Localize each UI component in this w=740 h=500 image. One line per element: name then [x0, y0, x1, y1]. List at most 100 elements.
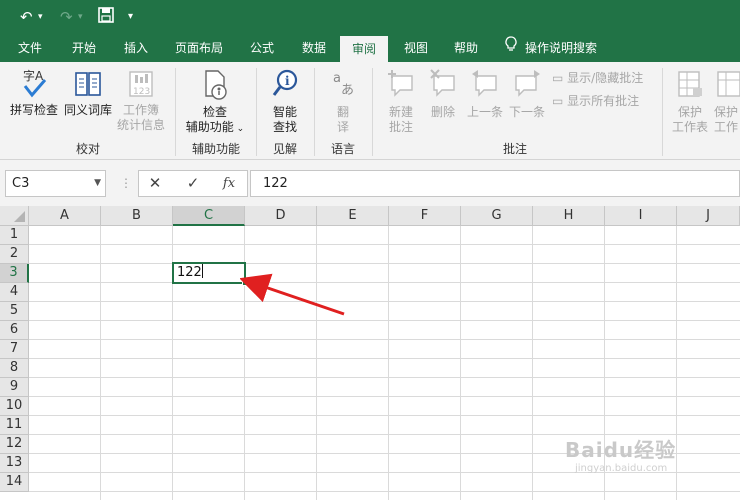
insert-function-icon[interactable]: fx [216, 170, 242, 197]
group-label-accessibility: 辅助功能 [191, 142, 240, 156]
tab-data[interactable]: 数据 [292, 34, 336, 62]
undo-dropdown-icon[interactable]: ▾ [38, 7, 43, 27]
show-all-comments-button[interactable]: ▭ 显示所有批注 [552, 93, 639, 109]
delete-comment-icon [430, 69, 455, 97]
title-bar: ↶ ▾ ↷ ▾ ▾ [0, 0, 740, 34]
enter-check-icon[interactable]: ✓ [180, 170, 206, 197]
grid-line [29, 320, 740, 321]
group-separator [175, 68, 176, 156]
next-comment-button[interactable]: 下一条 [506, 68, 548, 120]
tab-insert[interactable]: 插入 [114, 34, 158, 62]
column-header-c[interactable]: C [173, 206, 245, 226]
workbook-statistics-button[interactable]: 123 工作簿 统计信息 [114, 68, 168, 133]
tab-page-layout[interactable]: 页面布局 [168, 34, 230, 62]
tab-review[interactable]: 审阅 [340, 36, 388, 62]
show-hide-label: 显示/隐藏批注 [567, 71, 644, 85]
row-header-3[interactable]: 3 [0, 264, 29, 283]
row-header-4[interactable]: 4 [0, 283, 29, 302]
workbook-stats-line2: 统计信息 [116, 118, 165, 132]
svg-text:a: a [333, 71, 341, 86]
new-comment-line2: 批注 [388, 120, 413, 134]
group-label-proofing: 校对 [75, 142, 100, 156]
group-label-insights: 见解 [272, 142, 297, 156]
translate-line1: 翻 [336, 105, 349, 119]
row-header-11[interactable]: 11 [0, 416, 29, 435]
thesaurus-book-icon [75, 72, 101, 96]
row-header-2[interactable]: 2 [0, 245, 29, 264]
tab-file[interactable]: 文件 [8, 34, 52, 62]
row-header-8[interactable]: 8 [0, 359, 29, 378]
ribbon: 字A 拼写检查 同义词库 123 工作簿 统计信息 校对 检查 辅助功能 ⌄ 辅… [0, 62, 740, 160]
new-comment-button[interactable]: 新建 批注 [380, 68, 422, 135]
protect-sheet-button[interactable]: 保护 工作表 [668, 68, 712, 135]
spell-check-button[interactable]: 字A 拼写检查 [8, 68, 60, 118]
protect-workbook-line2: 工作 [714, 120, 739, 134]
previous-comment-button[interactable]: 上一条 [464, 68, 506, 120]
column-header-j[interactable]: J [677, 206, 740, 226]
protect-sheet-line2: 工作表 [671, 120, 708, 134]
column-header-f[interactable]: F [389, 206, 461, 226]
comments-icon: ▭ [552, 94, 564, 108]
grid-line [29, 377, 740, 378]
grid-line [29, 263, 740, 264]
redo-icon[interactable]: ↷ [60, 7, 73, 27]
row-header-5[interactable]: 5 [0, 302, 29, 321]
show-hide-comment-button[interactable]: ▭ 显示/隐藏批注 [552, 70, 643, 86]
search-label: 操作说明搜索 [525, 41, 598, 55]
redo-dropdown-icon[interactable]: ▾ [78, 7, 83, 27]
watermark-text: Baidu经验 [565, 438, 677, 462]
grid-line [29, 491, 740, 492]
row-header-6[interactable]: 6 [0, 321, 29, 340]
grid-line [29, 244, 740, 245]
smart-lookup-icon: i [272, 69, 298, 96]
check-accessibility-button[interactable]: 检查 辅助功能 ⌄ [180, 68, 250, 137]
cancel-icon[interactable]: ✕ [142, 170, 168, 197]
grid-line [29, 415, 740, 416]
translate-button[interactable]: a あ 翻 译 [320, 68, 366, 135]
row-header-12[interactable]: 12 [0, 435, 29, 454]
accessibility-check-icon [205, 70, 227, 100]
row-header-14[interactable]: 14 [0, 473, 29, 492]
row-header-13[interactable]: 13 [0, 454, 29, 473]
tab-view[interactable]: 视图 [394, 34, 438, 62]
name-box[interactable]: C3 ▼ [5, 170, 106, 197]
tab-home[interactable]: 开始 [62, 34, 106, 62]
column-header-e[interactable]: E [317, 206, 389, 226]
comment-icon: ▭ [552, 71, 564, 85]
translate-icon: a あ [333, 71, 354, 98]
delete-comment-button[interactable]: 删除 [424, 68, 462, 120]
active-cell-value: 122 [177, 265, 202, 280]
formula-input[interactable]: 122 [250, 170, 740, 197]
tab-help[interactable]: 帮助 [444, 34, 488, 62]
select-all-corner[interactable] [0, 206, 29, 226]
column-header-g[interactable]: G [461, 206, 533, 226]
name-box-dropdown-icon[interactable]: ▼ [94, 171, 101, 196]
protect-workbook-button[interactable]: 保护 工作 [714, 68, 740, 135]
watermark-sub: jingyan.baidu.com [575, 463, 668, 474]
column-header-h[interactable]: H [533, 206, 605, 226]
new-comment-icon [388, 70, 413, 97]
active-cell-c3[interactable]: 122 [172, 262, 246, 284]
customize-quick-access-icon[interactable]: ▾ [128, 7, 133, 27]
thesaurus-button[interactable]: 同义词库 [62, 68, 114, 118]
protect-workbook-line1: 保护 [714, 105, 739, 119]
row-header-9[interactable]: 9 [0, 378, 29, 397]
formula-bar-grip-icon[interactable]: ⋮ [113, 170, 139, 197]
previous-label: 上一条 [466, 105, 503, 119]
row-header-1[interactable]: 1 [0, 226, 29, 245]
column-header-b[interactable]: B [101, 206, 173, 226]
worksheet-grid[interactable]: ABCDEFGHIJ 1 2 3 4 5 6 7 8 9 10 11 12 13 14 122 Baidu… [0, 206, 740, 500]
smart-lookup-button[interactable]: i 智能 查找 [262, 68, 308, 135]
row-header-10[interactable]: 10 [0, 397, 29, 416]
group-separator [662, 68, 663, 156]
row-header-7[interactable]: 7 [0, 340, 29, 359]
column-header-d[interactable]: D [245, 206, 317, 226]
save-icon[interactable] [98, 7, 114, 27]
column-header-a[interactable]: A [29, 206, 101, 226]
group-label-language: 语言 [330, 142, 355, 156]
undo-icon[interactable]: ↶ [20, 7, 33, 27]
tab-formulas[interactable]: 公式 [240, 34, 284, 62]
column-header-i[interactable]: I [605, 206, 677, 226]
tell-me-search[interactable]: 操作说明搜索 [505, 34, 597, 62]
grid-line [532, 226, 533, 500]
